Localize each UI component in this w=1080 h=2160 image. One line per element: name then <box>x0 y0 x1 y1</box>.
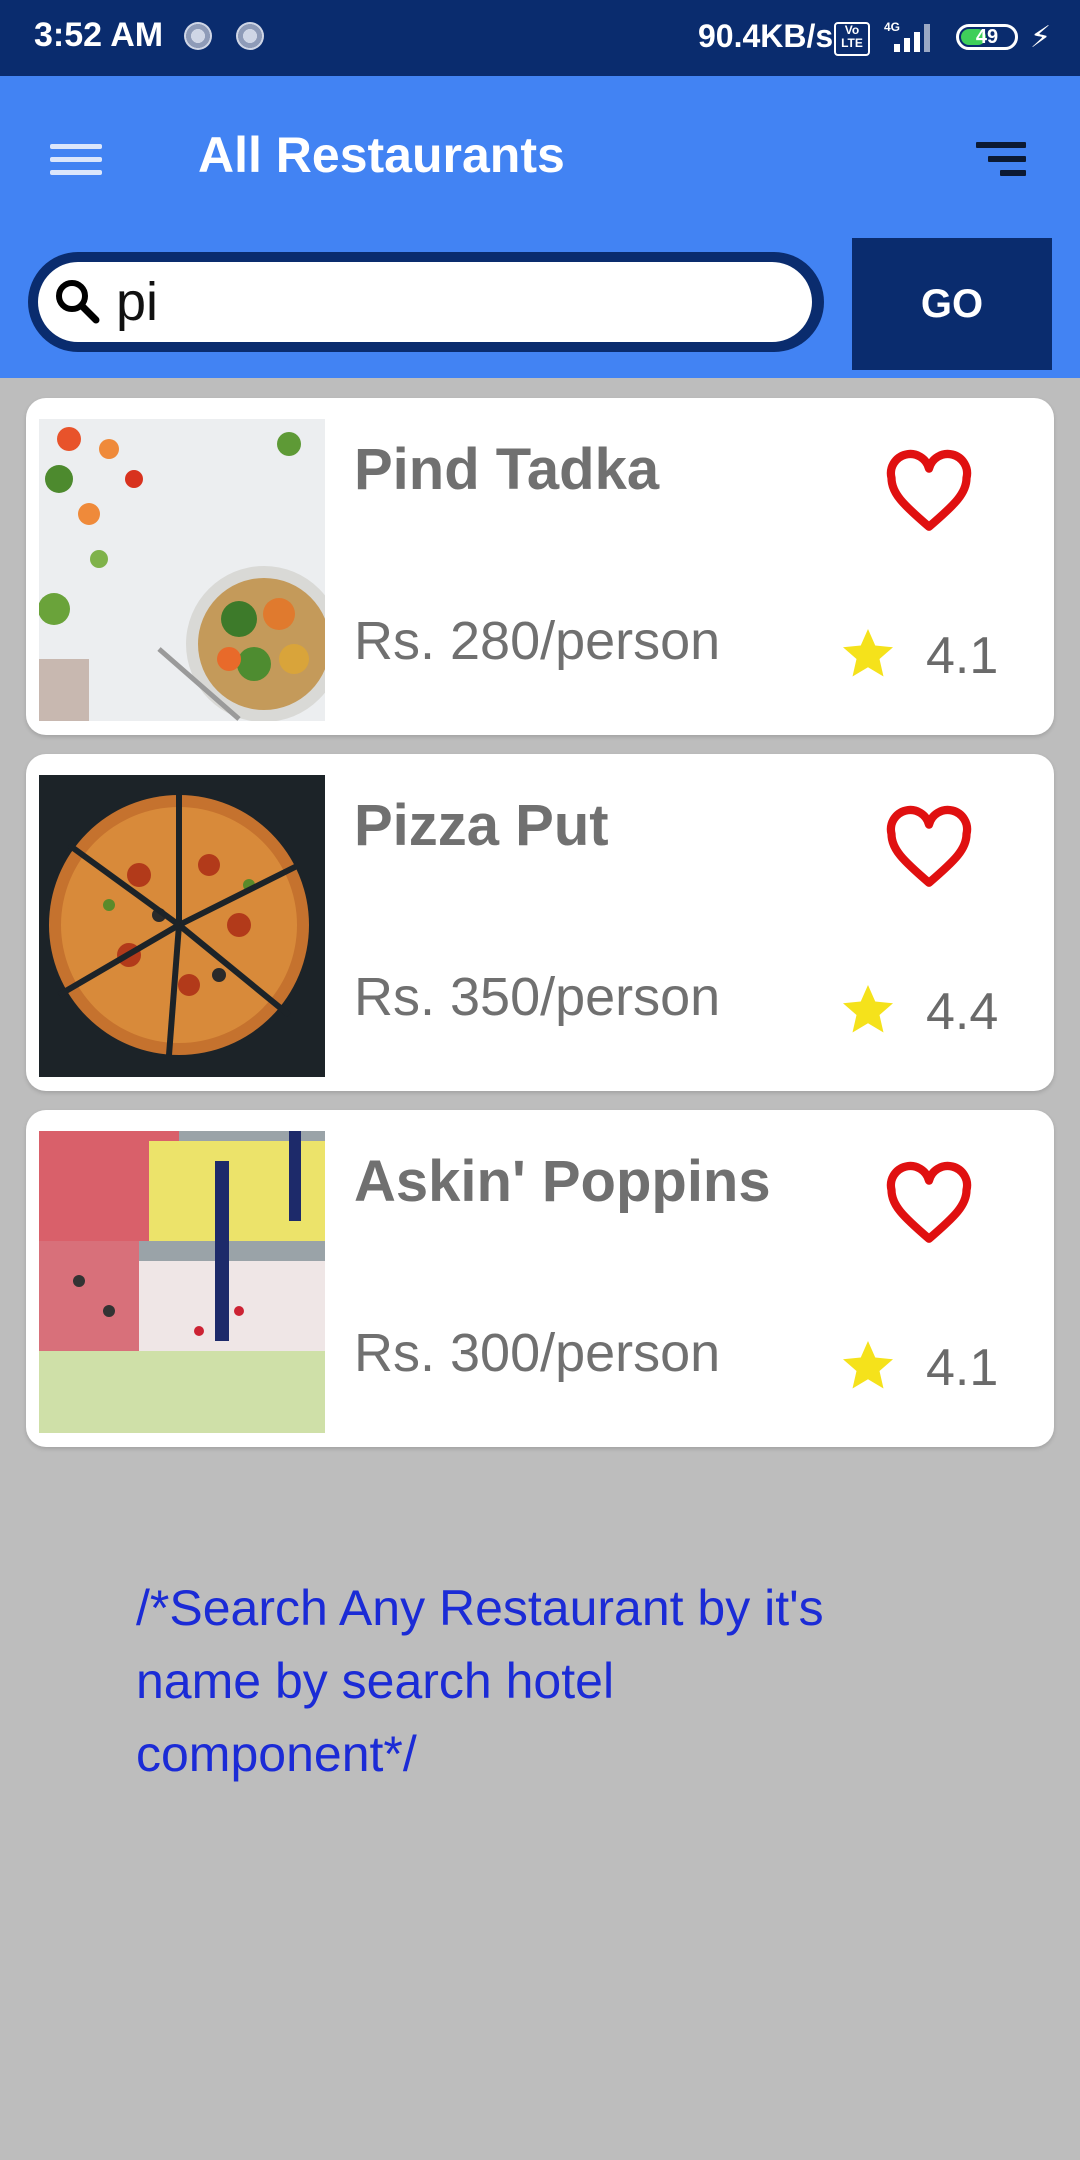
sort-icon[interactable] <box>966 126 1036 186</box>
heart-icon[interactable] <box>884 1160 974 1250</box>
heart-icon[interactable] <box>884 804 974 894</box>
star-icon <box>843 629 893 677</box>
pizza-photo <box>39 775 325 1077</box>
restaurant-rating: 4.1 <box>926 1339 999 1397</box>
restaurant-name: Pind Tadka <box>354 437 660 502</box>
restaurant-list: Pind Tadka Rs. 280/person 4.1 Pizza Put … <box>26 398 1054 1466</box>
restaurant-name: Pizza Put <box>354 793 609 858</box>
status-bar: 3:52 AM 90.4KB/s Vo LTE 4G 49 ⚡ <box>0 0 1080 76</box>
restaurant-rating: 4.4 <box>926 983 999 1041</box>
search-icon <box>56 280 100 324</box>
network-type: 4G <box>884 20 900 34</box>
star-icon <box>843 1341 893 1389</box>
star-icon <box>843 985 893 1033</box>
page-title: All Restaurants <box>198 127 565 183</box>
signal-icon: 4G <box>884 20 930 52</box>
notification-icon <box>236 22 264 50</box>
go-button[interactable]: GO <box>852 238 1052 370</box>
battery-icon: 49 <box>956 24 1018 50</box>
restaurant-price: Rs. 280/person <box>354 611 721 671</box>
search-box[interactable] <box>28 252 824 352</box>
restaurant-price: Rs. 300/person <box>354 1323 721 1383</box>
status-time: 3:52 AM <box>34 16 164 54</box>
hamburger-menu-icon[interactable] <box>40 128 114 188</box>
restaurant-price: Rs. 350/person <box>354 967 721 1027</box>
volte-icon: Vo LTE <box>834 22 870 56</box>
notification-icon <box>184 22 212 50</box>
heart-icon[interactable] <box>884 448 974 538</box>
restaurant-card[interactable]: Pind Tadka Rs. 280/person 4.1 <box>26 398 1054 735</box>
network-speed: 90.4KB/s <box>698 18 834 54</box>
restaurant-card[interactable]: Pizza Put Rs. 350/person 4.4 <box>26 754 1054 1091</box>
annotation-text: /*Search Any Restaurant by it's name by … <box>136 1580 824 1782</box>
salad-bowl-photo <box>39 419 325 721</box>
battery-level: 49 <box>975 26 999 48</box>
restaurant-name: Askin' Poppins <box>354 1149 771 1214</box>
app-bar: All Restaurants GO <box>0 76 1080 378</box>
ice-cream-photo <box>39 1131 325 1433</box>
search-input[interactable] <box>116 268 776 336</box>
search-field[interactable] <box>38 262 812 342</box>
restaurant-card[interactable]: Askin' Poppins Rs. 300/person 4.1 <box>26 1110 1054 1447</box>
restaurant-rating: 4.1 <box>926 627 999 685</box>
charging-icon: ⚡ <box>1030 21 1052 54</box>
